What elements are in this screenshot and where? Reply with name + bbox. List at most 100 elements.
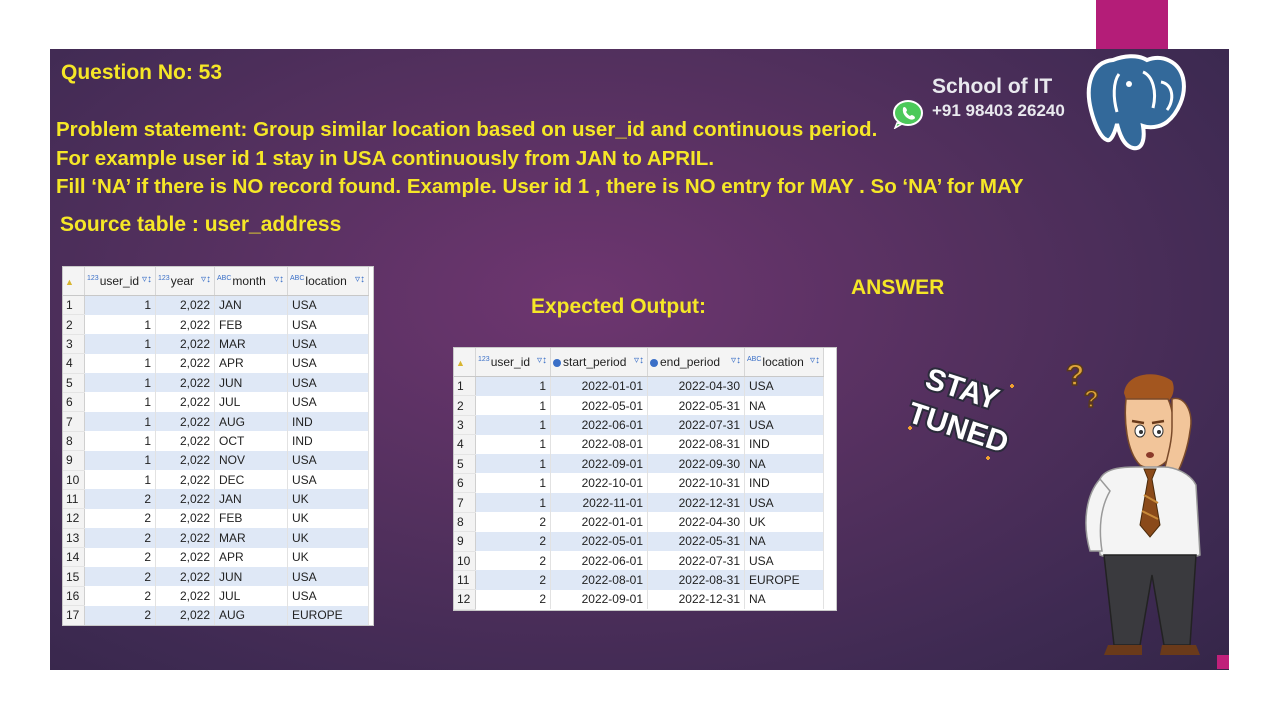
- table-cell[interactable]: JUN: [214, 566, 288, 587]
- table-cell[interactable]: USA: [287, 295, 369, 315]
- table-row[interactable]: 1 1 2022-01-01 2022-04-30 USA: [454, 376, 824, 397]
- table-cell[interactable]: 2022-01-01: [550, 376, 648, 396]
- table-cell[interactable]: NA: [744, 395, 824, 416]
- table-cell[interactable]: 2,022: [155, 431, 215, 451]
- table-cell[interactable]: JUL: [214, 586, 288, 606]
- table-row[interactable]: 15 2 2,022 JUN USA: [63, 566, 369, 587]
- table-cell[interactable]: 2022-12-31: [647, 589, 745, 610]
- table-cell[interactable]: UK: [287, 489, 369, 509]
- table-row[interactable]: 17 2 2,022 AUG EUROPE: [63, 605, 369, 625]
- table-cell[interactable]: USA: [287, 314, 369, 335]
- table-row[interactable]: 2 1 2,022 FEB USA: [63, 314, 369, 335]
- row-number[interactable]: 13: [63, 528, 85, 549]
- table-cell[interactable]: USA: [744, 492, 824, 513]
- table-cell[interactable]: 1: [475, 434, 551, 455]
- table-cell[interactable]: APR: [214, 353, 288, 374]
- row-number[interactable]: 10: [454, 551, 476, 571]
- table-row[interactable]: 6 1 2022-10-01 2022-10-31 IND: [454, 473, 824, 494]
- row-number[interactable]: 5: [63, 373, 85, 393]
- table-cell[interactable]: 1: [84, 295, 156, 315]
- table-row[interactable]: 12 2 2,022 FEB UK: [63, 508, 369, 529]
- column-header-end-period[interactable]: end_period ▿↕: [647, 348, 745, 377]
- row-number[interactable]: 1: [454, 376, 476, 397]
- table-cell[interactable]: 2022-10-01: [550, 473, 648, 493]
- table-cell[interactable]: 2022-07-31: [647, 551, 745, 571]
- table-cell[interactable]: MAR: [214, 528, 288, 548]
- table-cell[interactable]: EUROPE: [744, 570, 824, 590]
- table-row[interactable]: 4 1 2022-08-01 2022-08-31 IND: [454, 434, 824, 455]
- row-number[interactable]: 10: [63, 470, 85, 490]
- table-cell[interactable]: 2022-09-30: [647, 454, 745, 474]
- row-number[interactable]: 2: [454, 395, 476, 416]
- table-row[interactable]: 7 1 2022-11-01 2022-12-31 USA: [454, 492, 824, 513]
- row-number[interactable]: 7: [454, 492, 476, 513]
- table-cell[interactable]: 1: [475, 415, 551, 435]
- table-cell[interactable]: JUN: [214, 373, 288, 393]
- row-number[interactable]: 14: [63, 547, 85, 568]
- table-cell[interactable]: 2: [84, 586, 156, 606]
- table-cell[interactable]: 2,022: [155, 295, 215, 315]
- row-number[interactable]: 6: [63, 392, 85, 413]
- table-row[interactable]: 12 2 2022-09-01 2022-12-31 NA: [454, 589, 824, 610]
- row-number[interactable]: 8: [454, 512, 476, 533]
- table-cell[interactable]: 2: [475, 570, 551, 590]
- table-row[interactable]: 5 1 2022-09-01 2022-09-30 NA: [454, 454, 824, 474]
- table-cell[interactable]: 2,022: [155, 353, 215, 374]
- row-number[interactable]: 11: [63, 489, 85, 510]
- table-cell[interactable]: 1: [84, 392, 156, 412]
- table-cell[interactable]: 1: [84, 411, 156, 432]
- table-cell[interactable]: 2,022: [155, 411, 215, 432]
- table-cell[interactable]: NOV: [214, 450, 288, 471]
- table-cell[interactable]: 2,022: [155, 605, 215, 625]
- table-cell[interactable]: 2,022: [155, 528, 215, 548]
- table-row[interactable]: 11 2 2,022 JAN UK: [63, 489, 369, 510]
- table-cell[interactable]: IND: [744, 473, 824, 493]
- table-row[interactable]: 8 1 2,022 OCT IND: [63, 431, 369, 452]
- table-cell[interactable]: 2022-05-01: [550, 395, 648, 416]
- table-row[interactable]: 14 2 2,022 APR UK: [63, 547, 369, 568]
- table-cell[interactable]: 2,022: [155, 314, 215, 335]
- table-cell[interactable]: 1: [475, 454, 551, 474]
- row-number[interactable]: 9: [63, 450, 85, 471]
- table-cell[interactable]: 2,022: [155, 450, 215, 471]
- table-cell[interactable]: FEB: [214, 314, 288, 335]
- table-cell[interactable]: 2022-09-01: [550, 454, 648, 474]
- table-cell[interactable]: 2,022: [155, 392, 215, 412]
- table-cell[interactable]: 2,022: [155, 489, 215, 509]
- table-cell[interactable]: 2,022: [155, 470, 215, 490]
- table-cell[interactable]: IND: [287, 411, 369, 432]
- table-cell[interactable]: USA: [287, 334, 369, 354]
- table-cell[interactable]: 1: [475, 395, 551, 416]
- table-cell[interactable]: 2022-06-01: [550, 551, 648, 571]
- table-row[interactable]: 6 1 2,022 JUL USA: [63, 392, 369, 413]
- table-row[interactable]: 4 1 2,022 APR USA: [63, 353, 369, 374]
- table-cell[interactable]: NA: [744, 454, 824, 474]
- table-cell[interactable]: 1: [84, 353, 156, 374]
- row-number[interactable]: 12: [454, 589, 476, 610]
- table-row[interactable]: 8 2 2022-01-01 2022-04-30 UK: [454, 512, 824, 533]
- row-number[interactable]: 3: [454, 415, 476, 436]
- table-cell[interactable]: NA: [744, 589, 824, 610]
- table-cell[interactable]: 2022-09-01: [550, 589, 648, 610]
- table-row[interactable]: 9 1 2,022 NOV USA: [63, 450, 369, 471]
- table-cell[interactable]: 2022-04-30: [647, 376, 745, 396]
- table-cell[interactable]: 1: [475, 376, 551, 396]
- table-cell[interactable]: 2022-08-31: [647, 434, 745, 455]
- row-number[interactable]: 2: [63, 314, 85, 335]
- table-cell[interactable]: 2022-12-31: [647, 492, 745, 513]
- table-cell[interactable]: USA: [287, 586, 369, 606]
- row-number[interactable]: 11: [454, 570, 476, 591]
- table-cell[interactable]: 2: [84, 547, 156, 567]
- table-row[interactable]: 16 2 2,022 JUL USA: [63, 586, 369, 607]
- column-header-month[interactable]: ABCmonth ▿↕: [214, 267, 288, 296]
- table-cell[interactable]: JAN: [214, 295, 288, 315]
- table-cell[interactable]: USA: [287, 566, 369, 587]
- table-cell[interactable]: AUG: [214, 411, 288, 432]
- table-cell[interactable]: 1: [475, 473, 551, 493]
- table-cell[interactable]: DEC: [214, 470, 288, 490]
- table-cell[interactable]: 2: [84, 508, 156, 529]
- table-cell[interactable]: 2: [475, 531, 551, 552]
- table-cell[interactable]: 2,022: [155, 508, 215, 529]
- table-cell[interactable]: 2,022: [155, 586, 215, 606]
- table-cell[interactable]: 1: [84, 314, 156, 335]
